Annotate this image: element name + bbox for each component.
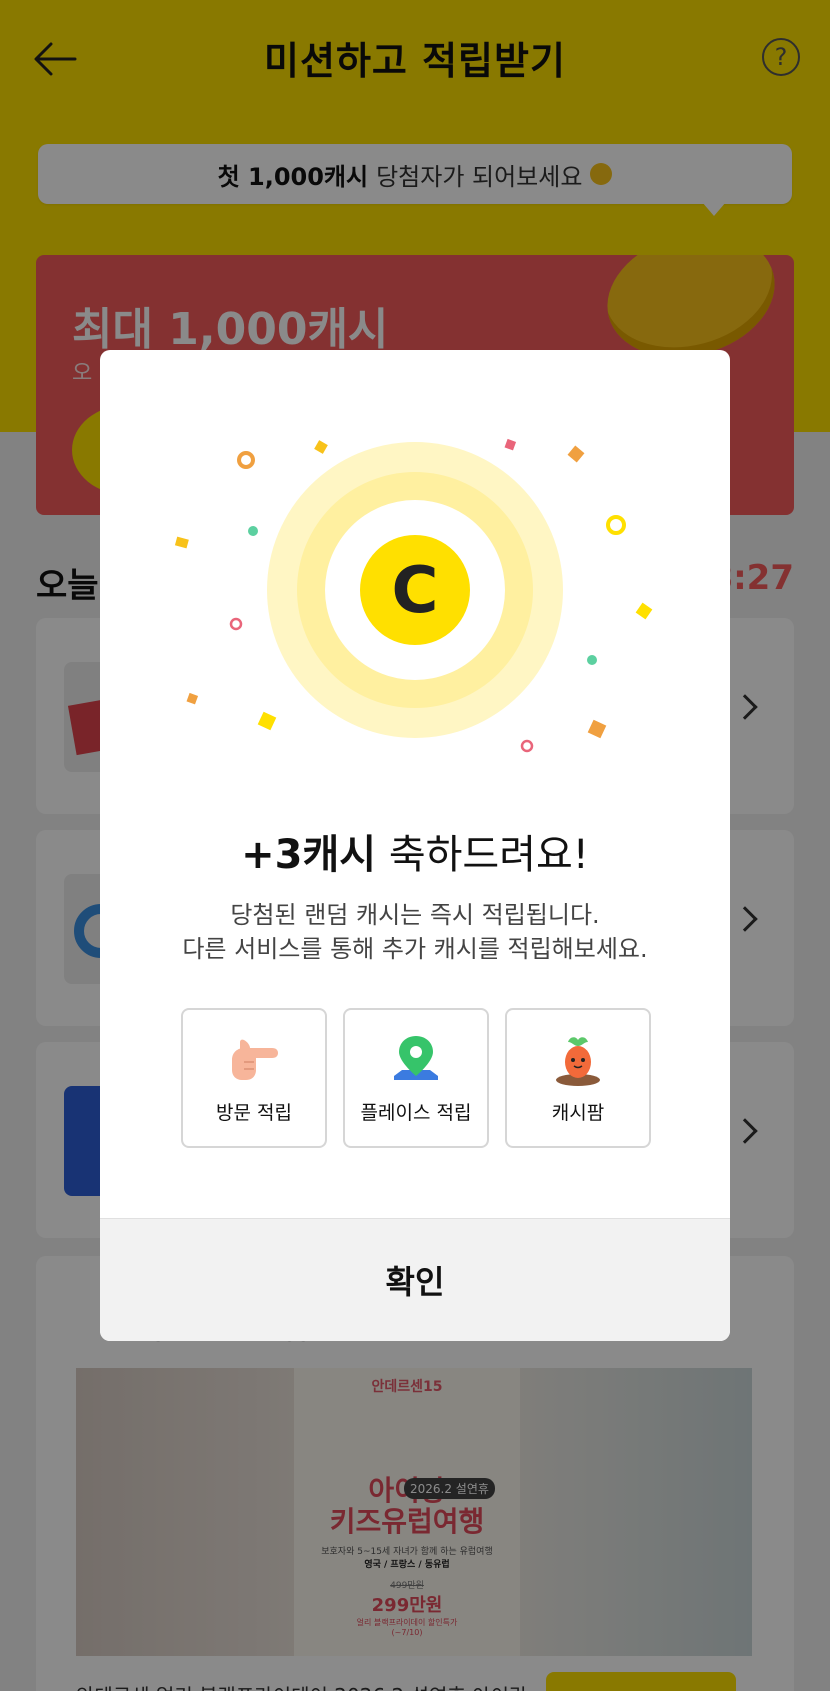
confetti-ring (237, 451, 255, 469)
reward-message: 축하드려요! (388, 832, 589, 878)
map-pin-icon (394, 1035, 438, 1080)
confetti-dot (248, 526, 258, 536)
confetti-square (635, 602, 653, 620)
confetti-square (504, 438, 517, 451)
service-buttons: 방문 적립 플레이스 적립 캐시팜 (181, 1008, 651, 1148)
service-label: 캐시팜 (551, 1101, 605, 1124)
coin-burst-illustration: C (174, 438, 653, 753)
place-reward-button[interactable]: 플레이스 적립 (343, 1008, 489, 1148)
confetti-dot (587, 655, 597, 665)
visit-reward-button[interactable]: 방문 적립 (181, 1008, 327, 1148)
confetti-square (257, 711, 277, 731)
service-label: 플레이스 적립 (360, 1101, 472, 1124)
confetti-square (587, 719, 607, 739)
confetti-ring (606, 515, 626, 535)
confetti-square (174, 536, 189, 549)
confetti-square (186, 692, 199, 705)
confirm-button[interactable]: 확인 (100, 1218, 730, 1341)
confetti-square (567, 445, 585, 463)
confetti-ring (229, 617, 243, 631)
reward-amount: +3캐시 (241, 832, 377, 878)
reward-description: 당첨된 랜덤 캐시는 즉시 적립됩니다. 다른 서비스를 통해 추가 캐시를 적… (100, 898, 730, 966)
carrot-icon (556, 1036, 600, 1086)
confetti-square (314, 440, 328, 454)
description-line: 당첨된 랜덤 캐시는 즉시 적립됩니다. (230, 901, 600, 929)
reward-title: +3캐시 축하드려요! (100, 822, 730, 880)
confetti-ring (520, 739, 534, 753)
coin-letter: C (392, 554, 439, 628)
pointing-hand-icon (232, 1039, 278, 1080)
description-line: 다른 서비스를 통해 추가 캐시를 적립해보세요. (182, 935, 648, 963)
cash-farm-button[interactable]: 캐시팜 (505, 1008, 651, 1148)
reward-modal: C +3캐시 축하드려요! 당첨된 랜덤 캐시는 즉시 적립됩니다. 다른 서비… (100, 350, 730, 1341)
service-label: 방문 적립 (216, 1101, 292, 1124)
